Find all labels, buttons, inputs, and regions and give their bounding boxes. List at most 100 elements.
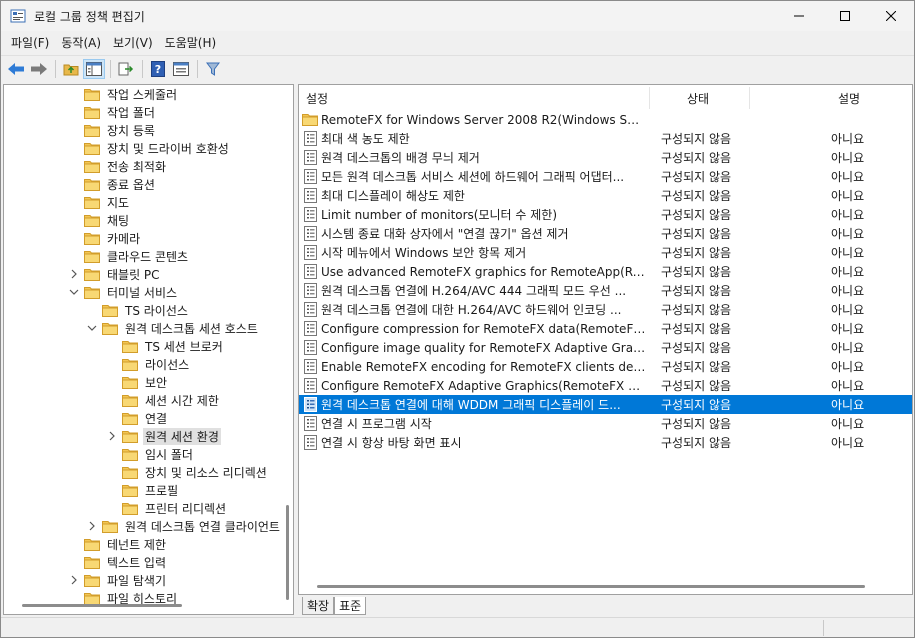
tree-horizontal-scrollbar[interactable] — [22, 604, 182, 607]
column-divider[interactable] — [649, 87, 650, 109]
tree-item[interactable]: 원격 세션 환경 — [106, 427, 221, 445]
tree-pane[interactable]: 파일 히스토리 파일 탐색기 텍스트 입력 테넌트 제한 원격 데스크톱 연결 클라이언… — [3, 84, 294, 615]
minimize-button[interactable] — [776, 1, 822, 31]
filter-button[interactable] — [202, 59, 224, 79]
tree-item[interactable]: 연결 — [106, 409, 169, 427]
expand-chevron-icon[interactable] — [68, 268, 80, 280]
tree-item[interactable]: 전송 최적화 — [68, 157, 168, 175]
column-header-state[interactable]: 상태 — [687, 85, 709, 111]
tree-item[interactable]: TS 라이선스 — [86, 301, 190, 319]
tree-item[interactable]: 프린터 리디렉션 — [106, 499, 228, 517]
list-horizontal-scrollbar[interactable] — [317, 585, 865, 588]
list-row[interactable]: 연결 시 프로그램 시작 구성되지 않음 아니요 — [299, 414, 912, 433]
tree-item[interactable]: 채팅 — [68, 211, 131, 229]
list-row[interactable]: Configure image quality for RemoteFX Ada… — [299, 338, 912, 357]
settings-list-pane[interactable]: 설정 상태 설명 RemoteFX for Windows Server 200… — [298, 84, 913, 595]
list-row[interactable]: 시작 메뉴에서 Windows 보안 항목 제거 구성되지 않음 아니요 — [299, 243, 912, 262]
list-row[interactable]: Configure RemoteFX Adaptive Graphics(Rem… — [299, 376, 912, 395]
filter-icon — [206, 62, 220, 76]
tree-item[interactable]: 작업 스케줄러 — [68, 85, 179, 103]
expand-chevron-icon[interactable] — [106, 430, 118, 442]
list-row[interactable]: 연결 시 항상 바탕 화면 표시 구성되지 않음 아니요 — [299, 433, 912, 452]
tree-item[interactable]: TS 세션 브로커 — [106, 337, 225, 355]
maximize-icon — [840, 11, 850, 21]
tab-extended[interactable]: 확장 — [302, 597, 335, 615]
show-hide-tree-button[interactable] — [83, 58, 105, 79]
tree-item[interactable]: 지도 — [68, 193, 131, 211]
tree-item[interactable]: 작업 폴더 — [68, 103, 157, 121]
up-folder-icon — [63, 64, 79, 75]
list-row[interactable]: 시스템 종료 대화 상자에서 "연결 끊기" 옵션 제거 구성되지 않음 아니요 — [299, 224, 912, 243]
tree-item[interactable]: 태블릿 PC — [68, 265, 162, 283]
expand-chevron-icon[interactable] — [68, 574, 80, 586]
list-row[interactable]: 최대 디스플레이 해상도 제한 구성되지 않음 아니요 — [299, 186, 912, 205]
tree-item[interactable]: 텍스트 입력 — [68, 553, 168, 571]
back-button[interactable] — [5, 59, 27, 79]
tree-item[interactable]: 클라우드 콘텐츠 — [68, 247, 190, 265]
menu-help[interactable]: 도움말(H) — [159, 34, 223, 51]
tree-item-label: 세션 시간 제한 — [145, 393, 219, 408]
tree-item[interactable]: 임시 폴더 — [106, 445, 195, 463]
tree-item[interactable]: 원격 데스크톱 연결 클라이언트 — [86, 517, 282, 535]
menu-action[interactable]: 동작(A) — [55, 34, 107, 51]
up-folder-button[interactable] — [60, 59, 82, 79]
tree-item[interactable]: 세션 시간 제한 — [106, 391, 221, 409]
list-row[interactable]: 원격 데스크톱 연결에 대해 WDDM 그래픽 디스플레이 드... 구성되지 않… — [299, 395, 912, 414]
tree-item[interactable]: 테넌트 제한 — [68, 535, 168, 553]
back-icon — [8, 62, 24, 75]
tree-item-label: 연결 — [145, 411, 168, 426]
tree-vertical-scrollbar[interactable] — [286, 505, 289, 600]
forward-button[interactable] — [28, 59, 50, 79]
export-list-button[interactable] — [115, 59, 137, 79]
tree-item[interactable]: 장치 및 리소스 리디렉션 — [106, 463, 269, 481]
setting-name: 최대 색 농도 제한 — [321, 132, 410, 146]
policy-setting-icon — [304, 226, 317, 241]
maximize-button[interactable] — [822, 1, 868, 31]
tree-item[interactable]: 프로필 — [106, 481, 180, 499]
tree-item[interactable]: 장치 및 드라이버 호환성 — [68, 139, 231, 157]
tree-item[interactable]: 원격 데스크톱 세션 호스트 — [86, 319, 260, 337]
setting-state: 구성되지 않음 — [661, 303, 732, 317]
list-row[interactable]: RemoteFX for Windows Server 2008 R2(Wind… — [299, 110, 912, 129]
list-row[interactable]: Limit number of monitors(모니터 수 제한) 구성되지 않… — [299, 205, 912, 224]
title-bar[interactable]: 로컬 그룹 정책 편집기 — [1, 1, 914, 31]
tree-item[interactable]: 보안 — [106, 373, 169, 391]
collapse-chevron-icon[interactable] — [68, 286, 80, 298]
list-row[interactable]: Use advanced RemoteFX graphics for Remot… — [299, 262, 912, 281]
column-header-comment[interactable]: 설명 — [838, 85, 860, 111]
tree-item[interactable]: 카메라 — [68, 229, 142, 247]
list-row[interactable]: 원격 데스크톱의 배경 무늬 제거 구성되지 않음 아니요 — [299, 148, 912, 167]
menu-view[interactable]: 보기(V) — [107, 34, 159, 51]
tree-item[interactable]: 라이선스 — [106, 355, 191, 373]
tree-item[interactable]: 장치 등록 — [68, 121, 157, 139]
tree-item-label: 작업 폴더 — [107, 105, 155, 120]
close-button[interactable] — [868, 1, 914, 31]
tree-item[interactable]: 파일 탐색기 — [68, 571, 168, 589]
column-header-setting[interactable]: 설정 — [306, 85, 328, 111]
list-row[interactable]: 최대 색 농도 제한 구성되지 않음 아니요 — [299, 129, 912, 148]
tree-item-label: TS 세션 브로커 — [145, 339, 223, 354]
tab-standard[interactable]: 표준 — [334, 597, 367, 615]
tree-item[interactable]: 터미널 서비스 — [68, 283, 179, 301]
setting-comment: 아니요 — [831, 417, 865, 431]
collapse-chevron-icon[interactable] — [86, 322, 98, 334]
column-divider[interactable] — [749, 87, 750, 109]
tree-item[interactable]: 종료 옵션 — [68, 175, 157, 193]
list-row[interactable]: 원격 데스크톱 연결에 H.264/AVC 444 그래픽 모드 우선 ... 구… — [299, 281, 912, 300]
list-row[interactable]: 원격 데스크톱 연결에 대한 H.264/AVC 하드웨어 인코딩 ... 구성되… — [299, 300, 912, 319]
list-row[interactable]: Configure compression for RemoteFX data(… — [299, 319, 912, 338]
expand-chevron-icon[interactable] — [86, 520, 98, 532]
tree-item-label: 텍스트 입력 — [107, 555, 167, 570]
properties-view-button[interactable] — [170, 59, 192, 79]
list-row[interactable]: Enable RemoteFX encoding for RemoteFX cl… — [299, 357, 912, 376]
folder-icon — [122, 358, 138, 371]
toolbar-separator — [142, 59, 143, 78]
list-row[interactable]: 모든 원격 데스크톱 서비스 세션에 하드웨어 그래픽 어댑터... 구성되지 않… — [299, 167, 912, 186]
menu-file[interactable]: 파일(F) — [5, 34, 55, 51]
help-button[interactable]: ? — [147, 59, 169, 79]
folder-icon — [84, 574, 100, 587]
